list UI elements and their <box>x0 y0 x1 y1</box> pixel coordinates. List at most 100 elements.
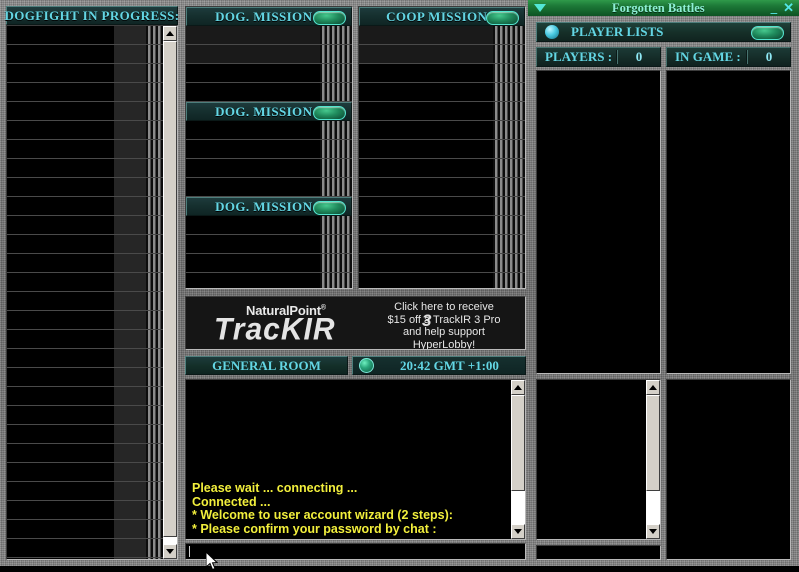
dogfight-scroll-up-button[interactable] <box>163 26 177 41</box>
list-row[interactable] <box>7 26 163 45</box>
trackir-banner-ad[interactable]: NaturalPoint® TracKIR 3 Click here to re… <box>185 296 526 350</box>
list-row[interactable] <box>7 463 163 482</box>
list-row[interactable] <box>359 45 525 64</box>
chat-log-panel[interactable]: Please wait ... connecting ... Connected … <box>185 379 526 540</box>
list-row[interactable] <box>359 273 525 288</box>
list-row[interactable] <box>186 159 352 178</box>
list-row[interactable] <box>7 254 163 273</box>
list-row[interactable] <box>186 254 352 273</box>
list-row[interactable] <box>7 45 163 64</box>
list-row[interactable] <box>7 140 163 159</box>
list-row[interactable] <box>7 330 163 349</box>
general-room-bar[interactable]: GENERAL ROOM <box>185 356 348 375</box>
chat-input[interactable] <box>186 544 525 559</box>
list-row[interactable] <box>186 45 352 64</box>
list-row[interactable] <box>7 197 163 216</box>
game-detail-list[interactable] <box>666 379 791 560</box>
mission-header[interactable]: DOG. MISSION 3 <box>186 197 352 216</box>
player-detail-scroll-track[interactable] <box>646 395 660 524</box>
list-row[interactable] <box>186 216 352 235</box>
list-row[interactable] <box>7 406 163 425</box>
chat-input-wrapper[interactable] <box>185 543 526 560</box>
dogfight-scroll-down-button[interactable] <box>163 544 177 559</box>
chat-log-lines: Please wait ... connecting ... Connected … <box>192 481 507 536</box>
players-counter: PLAYERS : 0 <box>536 47 661 67</box>
list-row[interactable] <box>7 368 163 387</box>
dogfight-scroll-track[interactable] <box>163 41 177 544</box>
list-row[interactable] <box>7 102 163 121</box>
player-lists-indicator[interactable] <box>751 26 784 40</box>
dogfight-in-progress-list[interactable] <box>6 25 178 560</box>
row-cell-slots <box>493 26 525 44</box>
row-cell-name <box>7 520 114 538</box>
list-row[interactable] <box>7 482 163 501</box>
chat-scroll-up-button[interactable] <box>511 380 525 395</box>
mission-header[interactable]: DOG. MISSION 2 <box>186 102 352 121</box>
list-row[interactable] <box>7 216 163 235</box>
list-row[interactable] <box>186 235 352 254</box>
list-row[interactable] <box>186 26 352 45</box>
list-row[interactable] <box>359 159 525 178</box>
list-row[interactable] <box>7 159 163 178</box>
list-row[interactable] <box>7 83 163 102</box>
list-row[interactable] <box>7 349 163 368</box>
list-row[interactable] <box>359 121 525 140</box>
list-row[interactable] <box>186 140 352 159</box>
list-row[interactable] <box>359 235 525 254</box>
list-row[interactable] <box>7 539 163 558</box>
mission-header[interactable]: DOG. MISSION 1 <box>186 7 352 26</box>
ingame-list[interactable] <box>666 70 791 374</box>
chat-scroll-track[interactable] <box>511 395 525 524</box>
mission-status-indicator[interactable] <box>313 201 346 215</box>
player-detail-scroll-down-button[interactable] <box>646 524 660 539</box>
list-row[interactable] <box>359 102 525 121</box>
list-row[interactable] <box>7 178 163 197</box>
list-row[interactable] <box>359 64 525 83</box>
list-row[interactable] <box>359 254 525 273</box>
player-detail-scroll-up-button[interactable] <box>646 380 660 395</box>
window-title-bar[interactable]: Forgotten Battles _ ✕ <box>528 0 799 16</box>
close-button[interactable]: ✕ <box>783 1 794 14</box>
list-row[interactable] <box>359 140 525 159</box>
list-row[interactable] <box>7 121 163 140</box>
list-row[interactable] <box>186 121 352 140</box>
player-detail-scrollbar[interactable] <box>646 380 660 539</box>
list-row[interactable] <box>7 444 163 463</box>
list-row[interactable] <box>359 178 525 197</box>
mission-status-indicator[interactable] <box>486 11 519 25</box>
list-row[interactable] <box>186 64 352 83</box>
mission-status-indicator[interactable] <box>313 11 346 25</box>
list-row[interactable] <box>7 520 163 539</box>
list-row[interactable] <box>359 197 525 216</box>
list-row[interactable] <box>7 425 163 444</box>
player-detail-scroll-thumb[interactable] <box>646 395 660 491</box>
list-row[interactable] <box>186 273 352 288</box>
list-row[interactable] <box>359 83 525 102</box>
list-row[interactable] <box>7 235 163 254</box>
minimize-button[interactable]: _ <box>771 1 778 14</box>
chat-scroll-down-button[interactable] <box>511 524 525 539</box>
list-row[interactable] <box>186 83 352 102</box>
list-row[interactable] <box>7 64 163 83</box>
list-row[interactable] <box>7 501 163 520</box>
list-row[interactable] <box>7 273 163 292</box>
dogfight-missions-panel[interactable]: DOG. MISSION 1 DOG. MISSION 2 DOG. MISSION… <box>185 6 353 289</box>
players-list[interactable] <box>536 70 661 374</box>
chat-scrollbar[interactable] <box>511 380 525 539</box>
list-row[interactable] <box>359 216 525 235</box>
list-row[interactable] <box>186 178 352 197</box>
list-row[interactable] <box>7 311 163 330</box>
mission-header[interactable]: COOP MISSION 1 <box>359 7 525 26</box>
list-row[interactable] <box>7 387 163 406</box>
system-menu-icon[interactable] <box>534 4 546 12</box>
row-cell-name <box>7 368 114 386</box>
dogfight-scroll-thumb[interactable] <box>163 41 177 537</box>
player-detail-list[interactable] <box>536 379 661 540</box>
list-row[interactable] <box>7 558 163 559</box>
list-row[interactable] <box>359 26 525 45</box>
dogfight-scrollbar[interactable] <box>163 26 177 559</box>
coop-missions-panel[interactable]: COOP MISSION 1 <box>358 6 526 289</box>
list-row[interactable] <box>7 292 163 311</box>
mission-status-indicator[interactable] <box>313 106 346 120</box>
chat-scroll-thumb[interactable] <box>511 395 525 491</box>
